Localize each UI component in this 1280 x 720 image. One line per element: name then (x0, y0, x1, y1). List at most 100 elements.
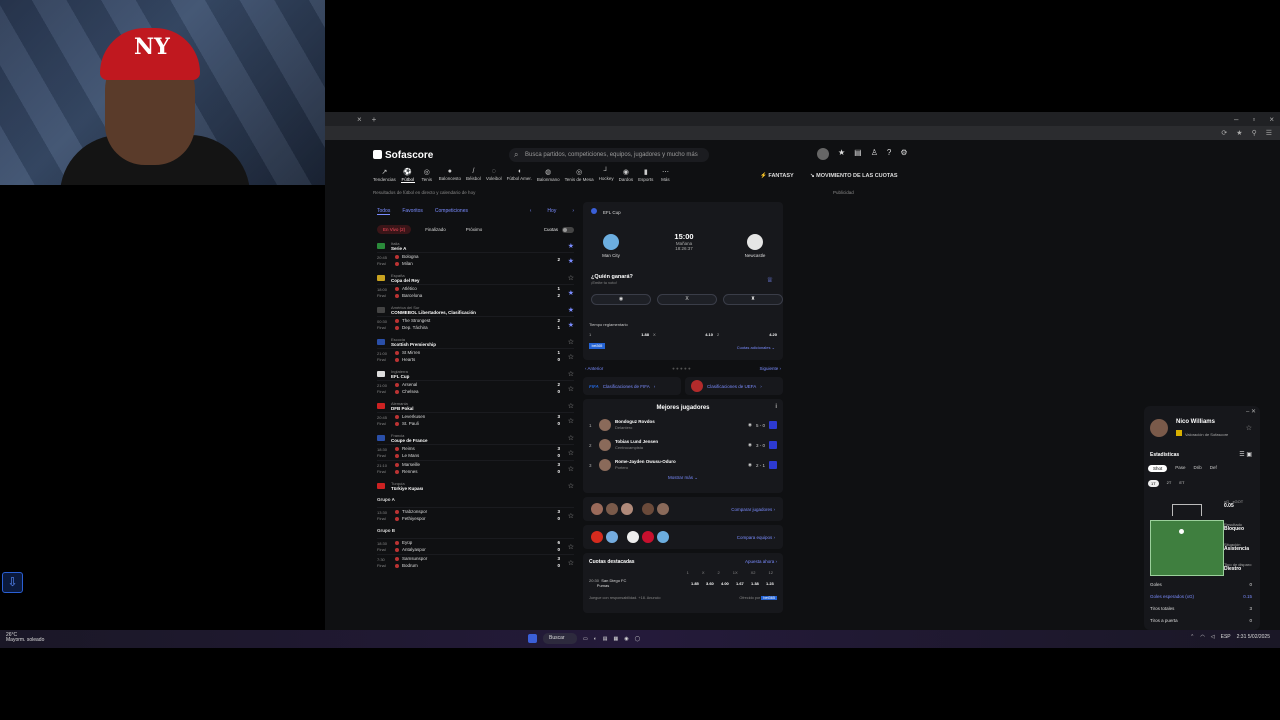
odds-cell[interactable]: 2 4.20 (717, 332, 777, 337)
trophy-icon[interactable]: ♙ (871, 148, 878, 160)
favorite-player-star-icon[interactable]: ☆ (1246, 424, 1252, 432)
chat-icon[interactable]: ▤ (854, 148, 862, 160)
download-icon[interactable]: ⇩ (2, 572, 23, 593)
league-favorite-star-icon[interactable]: ★ (568, 242, 574, 250)
stats-tab-def[interactable]: Def (1210, 465, 1217, 472)
match-favorite-star-icon[interactable]: ☆ (560, 449, 574, 457)
league-favorite-star-icon[interactable]: ☆ (568, 370, 574, 378)
shot-marker[interactable] (1179, 529, 1184, 534)
day-selector[interactable]: Hoy (547, 208, 556, 215)
match-favorite-star-icon[interactable]: ☆ (560, 417, 574, 425)
sport-tab-b-isbol[interactable]: / Béisbol (466, 168, 481, 183)
vote-home-button[interactable]: ◉ (591, 294, 651, 305)
sofascore-logo[interactable]: Sofascore (373, 150, 433, 161)
featured-odds-value[interactable]: 1.23 (766, 581, 777, 586)
sport-tab-m-s[interactable]: ⋯ Más (658, 168, 672, 183)
settings-gear-icon[interactable]: ⚙ (900, 148, 907, 160)
league-header[interactable]: Escocia Scottish Premiership ☆ (377, 336, 574, 348)
odds-cell[interactable]: X 4.10 (653, 332, 713, 337)
league-header[interactable]: Turquía Türkiye Kupası ☆ (377, 480, 574, 492)
stat-row[interactable]: Goles esperados (xG) 0.15 (1150, 594, 1252, 599)
featured-odds-value[interactable]: 1.38 (751, 581, 762, 586)
tab-close-icon[interactable]: × (357, 115, 362, 124)
sport-tab-hockey[interactable]: ┘ Hockey (599, 168, 614, 183)
match-row[interactable]: 7:30 Final Samsunspor Bodrum 3 0 ☆ (377, 554, 574, 570)
shot-map-pitch[interactable] (1150, 520, 1224, 576)
widget-window-controls[interactable]: – ✕ (1246, 408, 1256, 415)
match-favorite-star-icon[interactable]: ★ (560, 257, 574, 265)
league-header[interactable]: Francia Coupe de France ☆ (377, 432, 574, 444)
filter-finished[interactable]: Finalizado (419, 225, 452, 234)
volume-icon[interactable]: ◁ (1211, 634, 1215, 640)
match-favorite-star-icon[interactable]: ☆ (560, 559, 574, 567)
match-favorite-star-icon[interactable]: ☆ (560, 543, 574, 551)
match-favorite-star-icon[interactable]: ☆ (560, 353, 574, 361)
new-tab-icon[interactable]: + (372, 115, 377, 124)
league-favorite-star-icon[interactable]: ☆ (568, 482, 574, 490)
tab-favoritos[interactable]: Favoritos (402, 208, 423, 215)
match-favorite-star-icon[interactable]: ☆ (560, 465, 574, 473)
vote-draw-button[interactable]: X (657, 294, 717, 305)
match-row[interactable]: 18:00 Final Atlético Barcelona 1 2 ★ (377, 284, 574, 300)
league-favorite-star-icon[interactable]: ★ (568, 306, 574, 314)
home-team[interactable]: Man City (591, 234, 631, 258)
match-row[interactable]: 21:00 Final St Mirren Hearts 1 0 ☆ (377, 348, 574, 364)
league-favorite-star-icon[interactable]: ☆ (568, 338, 574, 346)
show-more-players[interactable]: Mostrar más ⌄ (589, 475, 777, 481)
featured-odds-value[interactable]: 3.60 (706, 581, 717, 586)
compare-players-link[interactable]: Comparar jugadores › (731, 507, 775, 512)
stats-view-icons[interactable]: ☰ ▣ (1239, 451, 1252, 458)
filter-live[interactable]: En Vivo (2) (377, 225, 412, 234)
league-header[interactable]: España Copa del Rey ☆ (377, 272, 574, 284)
reload-icon[interactable]: ⟳ (1221, 129, 1227, 137)
info-icon[interactable]: i (775, 404, 777, 410)
prev-day-icon[interactable]: ‹ (530, 208, 532, 215)
league-header[interactable]: Italia Serie A ★ (377, 240, 574, 252)
league-favorite-star-icon[interactable]: ☆ (568, 434, 574, 442)
more-odds-link[interactable]: Cuotas adicionales ⌄ (737, 345, 775, 350)
browser-menu-icon[interactable]: ☰ (1266, 129, 1272, 137)
odds-movement-link[interactable]: ↘ MOVIMIENTO DE LAS CUOTAS (810, 173, 898, 179)
player-row[interactable]: 3 Rome-Jayden Owusu-Oduro Portero ◉ 2 - 1 (589, 455, 777, 475)
match-favorite-star-icon[interactable]: ★ (560, 289, 574, 297)
tab-todos[interactable]: Todos (377, 208, 391, 215)
player-row[interactable]: 1 Bondoguz Rovdos Delantero ◉ 5 - 0 (589, 415, 777, 435)
sport-tab-balonmano[interactable]: ◍ Balonmano (537, 168, 560, 183)
opera-icon[interactable]: ◯ (635, 636, 641, 642)
weather-widget[interactable]: 26°C Mayorm. soleado (6, 633, 44, 643)
match-row[interactable]: 18:30 Final Eyüp Antalyaspor 6 0 ☆ (377, 538, 574, 554)
wifi-icon[interactable]: ◠ (1200, 634, 1204, 640)
bookmark-star-icon[interactable]: ★ (1236, 129, 1242, 137)
sport-tab-tenis[interactable]: ◎ Tenis (420, 168, 434, 183)
offered-by-bookmaker[interactable]: bet365 (761, 596, 777, 600)
task-view-icon[interactable]: ▭ (583, 636, 588, 642)
league-header[interactable]: América del Sur CONMEBOL Libertadores, Cl… (377, 304, 574, 316)
user-avatar[interactable] (817, 148, 829, 160)
match-favorite-star-icon[interactable]: ★ (560, 321, 574, 329)
odds-toggle[interactable] (562, 226, 574, 233)
featured-odds-value[interactable]: 1.67 (736, 581, 747, 586)
maximize-icon[interactable]: ▫ (1252, 115, 1255, 124)
match-row[interactable]: 00:30 Final The Strongest Dep. Táchira 2 1 ★ (377, 316, 574, 332)
featured-odds-value[interactable]: 1.85 (691, 581, 702, 586)
match-row[interactable]: 20:45 Final Leverkusen St. Pauli 3 0 ☆ (377, 412, 574, 428)
sport-tab-f-tbol-amer-[interactable]: ◖ Fútbol Amer. (507, 168, 532, 183)
match-row[interactable]: 18:30 Final Reims Le Mans 3 0 ☆ (377, 444, 574, 460)
vote-away-button[interactable]: ♜ (723, 294, 783, 305)
match-row[interactable]: 21:10 Final Marseille Rennes 3 0 ☆ (377, 460, 574, 476)
sport-tab-tendencias[interactable]: ↗ Tendencias (373, 168, 396, 183)
featured-odds-value[interactable]: 4.00 (721, 581, 732, 586)
period-tab-2t[interactable]: 2T (1167, 480, 1172, 487)
stats-tab-shot[interactable]: Shot (1148, 465, 1168, 472)
files-icon[interactable]: ▤ (603, 636, 608, 642)
compare-teams-link[interactable]: Compara equipos › (737, 535, 775, 540)
match-favorite-star-icon[interactable]: ☆ (560, 385, 574, 393)
match-row[interactable]: 21:00 Final Arsenal Chelsea 2 0 ☆ (377, 380, 574, 396)
start-icon[interactable] (528, 634, 537, 643)
league-favorite-star-icon[interactable]: ☆ (568, 402, 574, 410)
compare-players-card[interactable]: Comparar jugadores › (583, 497, 783, 521)
taskbar-search[interactable]: Buscar (543, 633, 577, 644)
featured-odds-row[interactable]: 20:30 San Diego FC Pumas 1.85 3.60 4.00 1.6… (589, 578, 777, 588)
help-icon[interactable]: ? (887, 148, 891, 160)
featured-match-card[interactable]: EFL Cup Man City 15:00 Mañana 18:26:37 N… (583, 202, 783, 360)
